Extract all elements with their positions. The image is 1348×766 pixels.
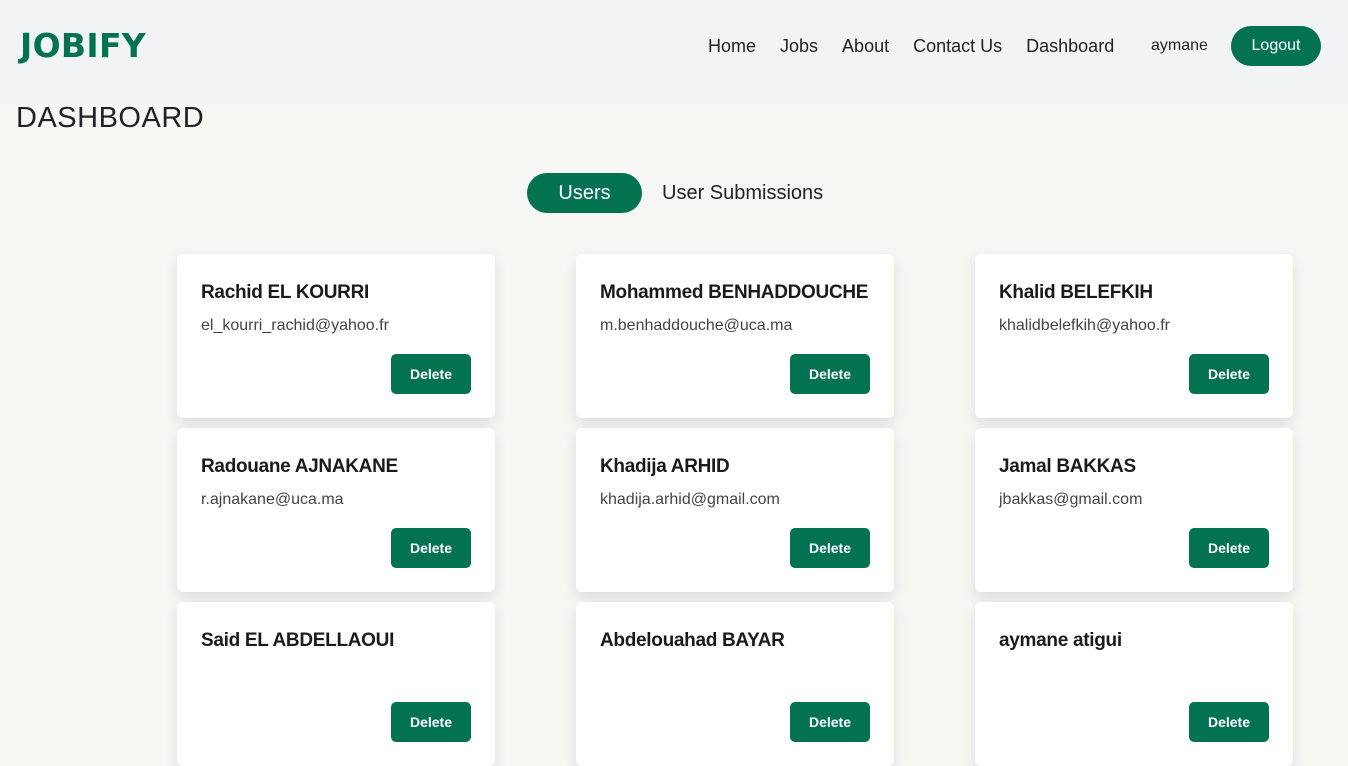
user-name: Radouane AJNAKANE bbox=[201, 456, 398, 477]
user-card: Radouane AJNAKANE r.ajnakane@uca.ma Dele… bbox=[177, 428, 495, 592]
tab-user-submissions[interactable]: User Submissions bbox=[662, 182, 823, 205]
delete-button[interactable]: Delete bbox=[1189, 528, 1269, 568]
delete-button[interactable]: Delete bbox=[391, 528, 471, 568]
delete-button[interactable]: Delete bbox=[1189, 702, 1269, 742]
user-card: Said EL ABDELLAOUI Delete bbox=[177, 602, 495, 766]
navbar: JOBIFY Home Jobs About Contact Us Dashbo… bbox=[0, 0, 1348, 104]
user-email: el_kourri_rachid@yahoo.fr bbox=[201, 317, 389, 334]
nav-link-home[interactable]: Home bbox=[708, 35, 756, 57]
tabs: Users User Submissions bbox=[527, 173, 823, 213]
delete-button[interactable]: Delete bbox=[790, 702, 870, 742]
user-email: khadija.arhid@gmail.com bbox=[600, 491, 780, 508]
user-name: Jamal BAKKAS bbox=[999, 456, 1136, 477]
user-name: Khalid BELEFKIH bbox=[999, 282, 1153, 303]
logout-button[interactable]: Logout bbox=[1231, 26, 1321, 66]
user-card: Mohammed BENHADDOUCHE m.benhaddouche@uca… bbox=[576, 254, 894, 418]
user-card: Khadija ARHID khadija.arhid@gmail.com De… bbox=[576, 428, 894, 592]
delete-button[interactable]: Delete bbox=[790, 354, 870, 394]
user-email: r.ajnakane@uca.ma bbox=[201, 491, 344, 508]
delete-button[interactable]: Delete bbox=[790, 528, 870, 568]
user-name: aymane atigui bbox=[999, 630, 1122, 651]
user-name: Abdelouahad BAYAR bbox=[600, 630, 785, 651]
username: aymane bbox=[1151, 37, 1208, 54]
user-card: Khalid BELEFKIH khalidbelefkih@yahoo.fr … bbox=[975, 254, 1293, 418]
user-card: Abdelouahad BAYAR Delete bbox=[576, 602, 894, 766]
nav-links: Home Jobs About Contact Us Dashboard bbox=[708, 35, 1138, 57]
tab-users[interactable]: Users bbox=[527, 173, 642, 213]
logo[interactable]: JOBIFY bbox=[20, 26, 146, 65]
user-card: aymane atigui Delete bbox=[975, 602, 1293, 766]
nav-link-contact[interactable]: Contact Us bbox=[913, 35, 1002, 57]
nav-link-about[interactable]: About bbox=[842, 35, 889, 57]
user-email: m.benhaddouche@uca.ma bbox=[600, 317, 793, 334]
user-name: Khadija ARHID bbox=[600, 456, 730, 477]
user-name: Said EL ABDELLAOUI bbox=[201, 630, 395, 651]
delete-button[interactable]: Delete bbox=[391, 702, 471, 742]
user-email: jbakkas@gmail.com bbox=[999, 491, 1143, 508]
user-card: Rachid EL KOURRI el_kourri_rachid@yahoo.… bbox=[177, 254, 495, 418]
nav-link-dashboard[interactable]: Dashboard bbox=[1026, 35, 1114, 57]
user-email: khalidbelefkih@yahoo.fr bbox=[999, 317, 1171, 334]
page-title: DASHBOARD bbox=[16, 102, 205, 134]
user-name: Rachid EL KOURRI bbox=[201, 282, 369, 303]
nav-link-jobs[interactable]: Jobs bbox=[780, 35, 818, 57]
user-card: Jamal BAKKAS jbakkas@gmail.com Delete bbox=[975, 428, 1293, 592]
delete-button[interactable]: Delete bbox=[1189, 354, 1269, 394]
user-name: Mohammed BENHADDOUCHE bbox=[600, 282, 869, 303]
delete-button[interactable]: Delete bbox=[391, 354, 471, 394]
